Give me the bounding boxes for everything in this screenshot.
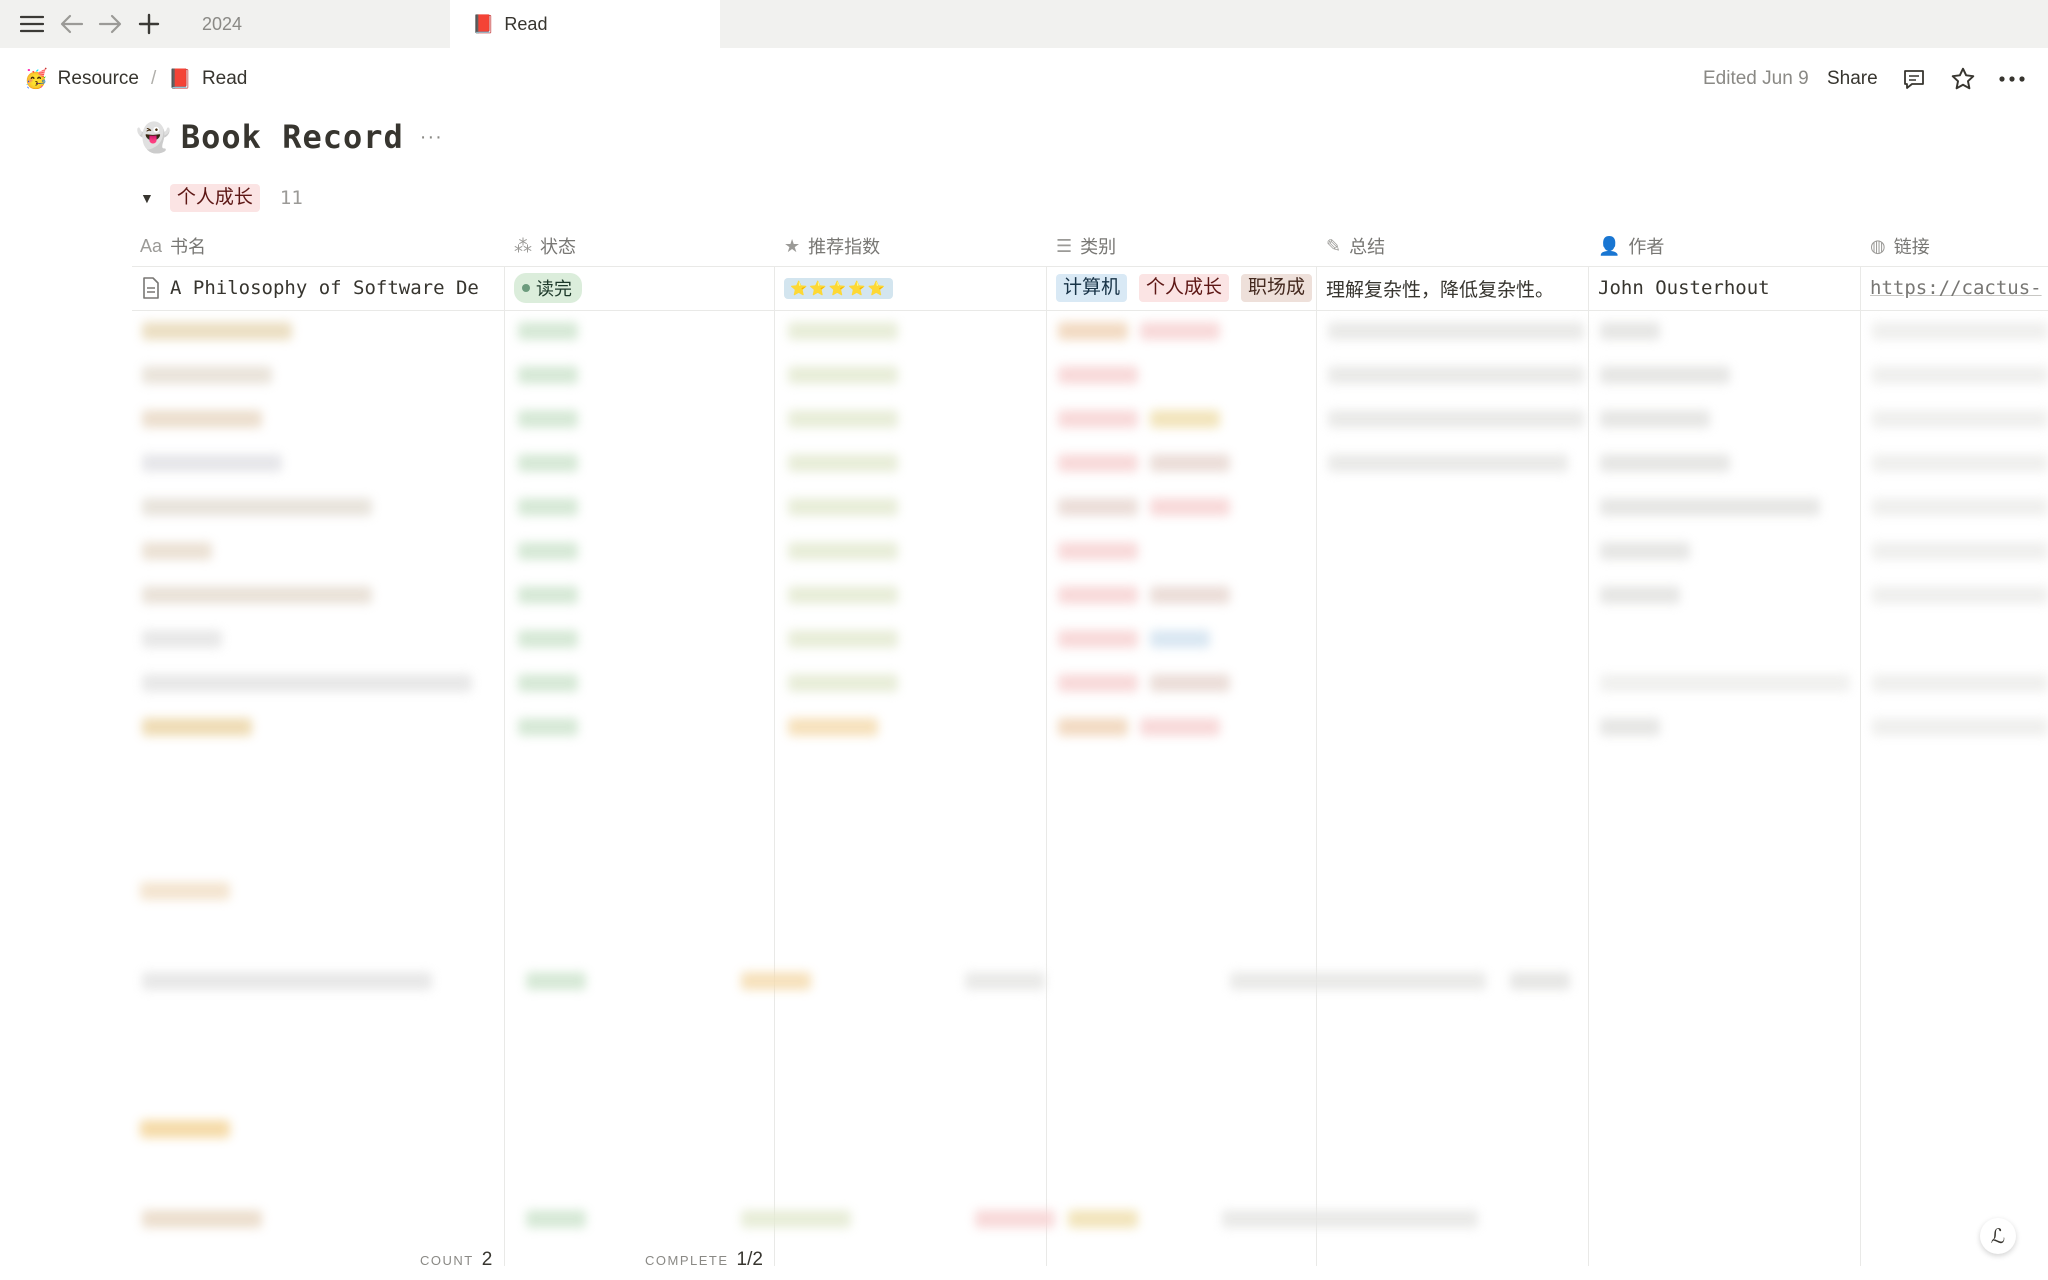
help-icon: ℒ <box>1990 1225 2006 1248</box>
tab-label: Read <box>504 13 548 34</box>
status-badge: 读完 <box>514 273 582 303</box>
status-type-icon: ⁂ <box>514 235 532 256</box>
list-type-icon: ☰ <box>1056 235 1073 256</box>
table-row <box>142 410 262 433</box>
column-header-status[interactable]: ⁂ 状态 <box>514 228 576 264</box>
blurred-group-2-row <box>142 972 1571 995</box>
new-tab-plus-icon[interactable] <box>135 10 163 38</box>
author-column-blur <box>1600 322 1850 762</box>
pencil-type-icon: ✎ <box>1326 235 1342 256</box>
column-label: 书名 <box>170 237 207 257</box>
table-row <box>142 718 252 741</box>
page-title: 👻 Book Record ··· <box>136 118 443 156</box>
column-label: 推荐指数 <box>808 237 881 257</box>
table-row <box>142 586 372 609</box>
group-count: 11 <box>279 187 303 209</box>
favorite-star-icon[interactable] <box>1948 64 1978 94</box>
globe-type-icon: ◍ <box>1870 235 1886 256</box>
count-value: 2 <box>481 1249 493 1270</box>
database-title[interactable]: Book Record <box>181 118 404 156</box>
blurred-group-3 <box>140 1120 230 1143</box>
blurred-group-3-row <box>142 1210 1479 1233</box>
comment-icon[interactable] <box>1899 64 1929 94</box>
divider <box>132 310 2048 311</box>
summary-text: 理解复杂性，降低复杂性。 <box>1326 279 1555 301</box>
rating-cell[interactable]: ⭐⭐⭐⭐⭐ <box>784 266 1042 310</box>
table-row <box>142 674 472 697</box>
table-row <box>142 366 272 389</box>
person-type-icon: 👤 <box>1598 235 1621 256</box>
tab-label: 2024 <box>202 13 243 34</box>
summary-column-blur <box>1328 322 1584 498</box>
complete-value: 1/2 <box>736 1249 763 1270</box>
breadcrumb-item-read[interactable]: Read <box>202 68 247 90</box>
blurred-group-2 <box>140 882 230 905</box>
column-header-link[interactable]: ◍ 链接 <box>1870 228 1930 264</box>
book-emoji-icon: 📕 <box>168 69 192 90</box>
collapse-caret-icon[interactable]: ▼ <box>140 190 154 206</box>
column-header-author[interactable]: 👤 作者 <box>1598 228 1664 264</box>
rating-column-blur <box>788 322 898 762</box>
category-cell[interactable]: 计算机 个人成长 职场成 <box>1056 266 1314 310</box>
breadcrumb-item-resource[interactable]: Resource <box>58 68 139 90</box>
group-header: ▼ 个人成长 11 <box>140 184 303 212</box>
column-label: 作者 <box>1628 237 1665 257</box>
author-cell[interactable]: John Ousterhout <box>1598 266 1856 310</box>
table-row <box>142 322 292 345</box>
breadcrumb-separator: / <box>151 68 157 89</box>
count-aggregate[interactable]: COUNT 2 <box>420 1246 492 1274</box>
table-row <box>142 498 372 521</box>
column-label: 链接 <box>1893 237 1930 257</box>
complete-label: COMPLETE <box>645 1252 729 1268</box>
tab-read[interactable]: 📕 Read <box>450 0 720 48</box>
party-face-emoji-icon: 🥳 <box>24 69 48 90</box>
breadcrumb: 🥳 Resource / 📕 Read <box>24 64 247 94</box>
help-button[interactable]: ℒ <box>1980 1218 2016 1254</box>
link-text: https://cactus- <box>1870 277 2042 299</box>
rating-stars-tag: ⭐⭐⭐⭐⭐ <box>784 277 894 299</box>
more-options-icon[interactable] <box>1997 64 2027 94</box>
column-header-rating[interactable]: ★ 推荐指数 <box>784 228 880 264</box>
page-doc-icon <box>143 277 159 299</box>
category-tag: 职场成 <box>1241 274 1313 302</box>
sidebar-menu-icon[interactable] <box>18 10 46 38</box>
database-options-button[interactable]: ··· <box>420 126 443 149</box>
table-row <box>142 630 222 653</box>
column-header-title[interactable]: Aa 书名 <box>140 228 206 264</box>
window-titlebar: 2024 📕 Read <box>0 0 2048 48</box>
ghost-emoji-icon: 👻 <box>136 121 171 153</box>
status-column-blur <box>518 322 578 762</box>
complete-aggregate[interactable]: COMPLETE 1/2 <box>645 1246 763 1274</box>
link-column-blur <box>1872 322 2048 762</box>
link-cell[interactable]: https://cactus- <box>1870 266 2048 310</box>
back-arrow-icon[interactable] <box>58 10 86 38</box>
forward-arrow-icon[interactable] <box>96 10 124 38</box>
table-row <box>142 454 282 477</box>
count-label: COUNT <box>420 1252 474 1268</box>
table-row <box>142 542 212 565</box>
blurred-rows <box>132 312 2048 1272</box>
share-button[interactable]: Share <box>1827 64 1878 94</box>
status-label: 读完 <box>536 279 572 299</box>
column-header-category[interactable]: ☰ 类别 <box>1056 228 1116 264</box>
title-cell[interactable]: A Philosophy of Software De <box>142 266 502 310</box>
column-header-summary[interactable]: ✎ 总结 <box>1326 228 1385 264</box>
book-emoji-icon: 📕 <box>472 13 495 34</box>
book-title: A Philosophy of Software De <box>170 277 479 299</box>
star-type-icon: ★ <box>784 235 801 256</box>
group-tag: 个人成长 <box>169 184 260 212</box>
category-tag: 计算机 <box>1056 274 1128 302</box>
edited-timestamp: Edited Jun 9 <box>1703 68 1809 89</box>
text-type-icon: Aa <box>140 235 163 256</box>
column-label: 类别 <box>1080 237 1117 257</box>
category-tag: 个人成长 <box>1139 274 1230 302</box>
author-text: John Ousterhout <box>1598 277 1770 299</box>
column-label: 总结 <box>1349 237 1386 257</box>
category-column-blur <box>1058 322 1308 762</box>
tab-2024[interactable]: 2024 <box>182 0 450 48</box>
status-dot <box>522 284 530 292</box>
column-label: 状态 <box>540 237 576 257</box>
status-cell[interactable]: 读完 <box>514 266 772 310</box>
summary-cell[interactable]: 理解复杂性，降低复杂性。 <box>1326 266 1588 310</box>
